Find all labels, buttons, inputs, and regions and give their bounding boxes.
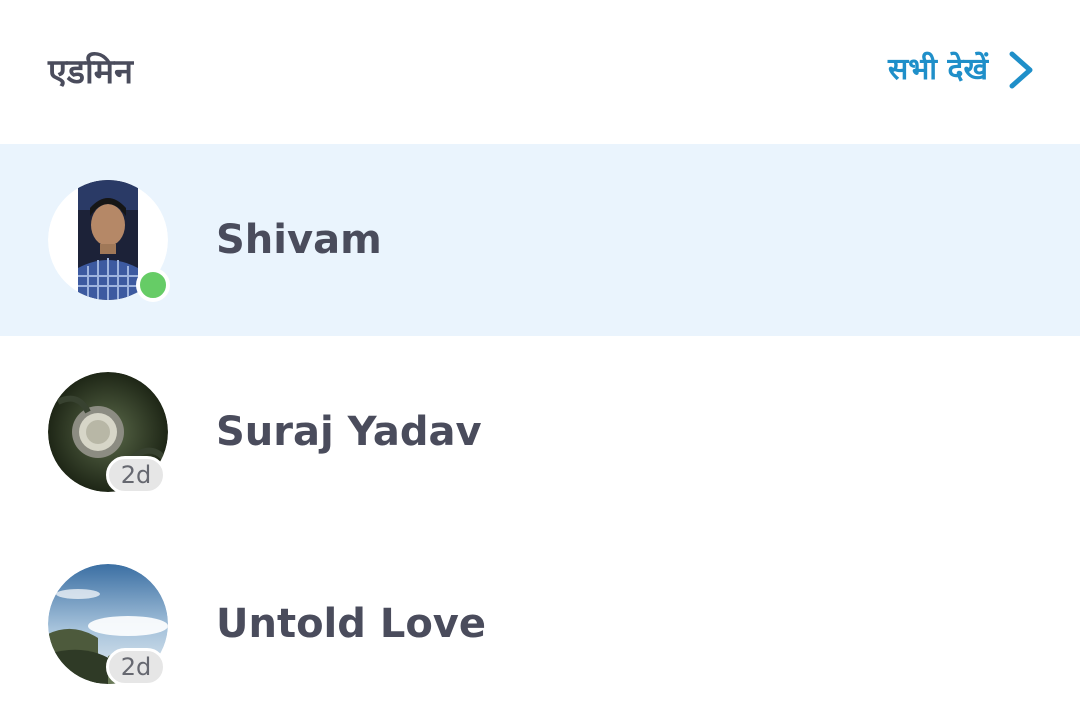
avatar[interactable]: 2d: [48, 372, 168, 494]
member-row[interactable]: Shivam: [0, 144, 1080, 336]
online-status-indicator: [136, 268, 170, 302]
avatar[interactable]: [48, 180, 170, 302]
see-all-link[interactable]: सभी देखें: [888, 48, 1036, 92]
member-name[interactable]: Shivam: [216, 216, 382, 264]
last-seen-badge: 2d: [106, 648, 166, 686]
avatar[interactable]: 2d: [48, 564, 168, 686]
see-all-label: सभी देखें: [887, 52, 988, 87]
section-title: एडमिन: [48, 52, 133, 92]
last-seen-badge: 2d: [106, 456, 166, 494]
member-row[interactable]: 2d Suraj Yadav: [0, 336, 1080, 528]
member-name[interactable]: Suraj Yadav: [216, 408, 482, 456]
member-name[interactable]: Untold Love: [216, 600, 486, 648]
member-row[interactable]: 2d Untold Love: [0, 528, 1080, 720]
admin-member-list: Shivam 2d Suraj Yadav 2d Untold Love: [0, 144, 1080, 720]
chevron-right-icon: [1009, 51, 1033, 89]
admins-screen: एडमिन सभी देखें Shivam 2d Suraj Yadav 2d…: [0, 0, 1080, 720]
admins-header: एडमिन सभी देखें: [0, 0, 1080, 144]
